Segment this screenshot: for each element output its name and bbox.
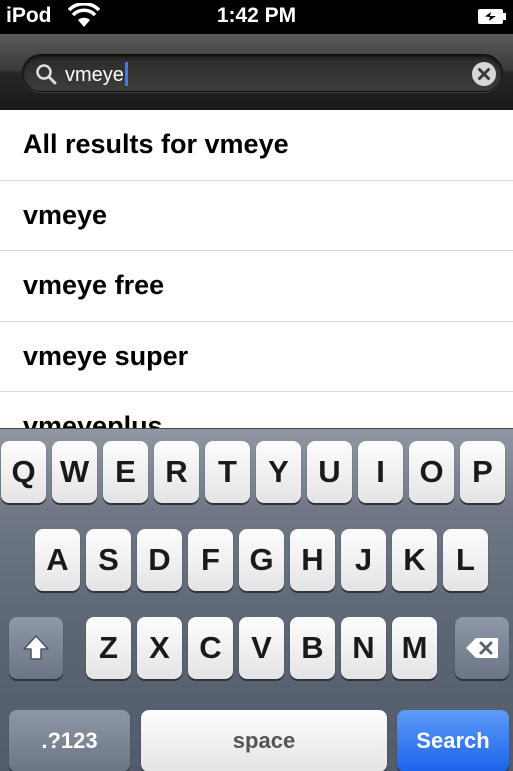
key-j[interactable]: J: [341, 529, 386, 591]
key-s[interactable]: S: [86, 529, 131, 591]
result-item[interactable]: vmeye: [0, 181, 513, 251]
key-i[interactable]: I: [358, 441, 403, 503]
key-u[interactable]: U: [307, 441, 352, 503]
key-p[interactable]: P: [460, 441, 505, 503]
key-r[interactable]: R: [154, 441, 199, 503]
result-item[interactable]: vmeye super: [0, 322, 513, 392]
key-l[interactable]: L: [443, 529, 488, 591]
backspace-icon: [466, 638, 498, 658]
key-k[interactable]: K: [392, 529, 437, 591]
numbers-key[interactable]: .?123: [9, 710, 130, 771]
key-z[interactable]: Z: [86, 617, 131, 679]
clear-icon[interactable]: [472, 62, 496, 86]
result-item[interactable]: vmeye free: [0, 251, 513, 322]
result-item[interactable]: vmeyeplus: [0, 392, 513, 428]
status-bar: iPod 1:42 PM: [0, 0, 513, 34]
result-all[interactable]: All results for vmeye: [0, 110, 513, 181]
key-e[interactable]: E: [103, 441, 148, 503]
text-cursor: [124, 62, 128, 86]
key-b[interactable]: B: [290, 617, 335, 679]
delete-key[interactable]: [455, 617, 509, 679]
key-m[interactable]: M: [392, 617, 437, 679]
magnifier-icon: [36, 64, 57, 85]
search-key[interactable]: Search: [397, 710, 509, 771]
key-h[interactable]: H: [290, 529, 335, 591]
space-key[interactable]: space: [141, 710, 387, 771]
search-query-text: vmeye: [65, 62, 128, 87]
status-time: 1:42 PM: [216, 4, 297, 27]
key-y[interactable]: Y: [256, 441, 301, 503]
search-bar: vmeye: [0, 34, 513, 110]
key-n[interactable]: N: [341, 617, 386, 679]
keyboard: Q W E R T Y U I O P A S D F G H J K L Z …: [0, 428, 513, 771]
key-x[interactable]: X: [137, 617, 182, 679]
key-q[interactable]: Q: [1, 441, 46, 503]
key-o[interactable]: O: [409, 441, 454, 503]
key-f[interactable]: F: [188, 529, 233, 591]
key-a[interactable]: A: [35, 529, 80, 591]
shift-icon: [23, 635, 49, 660]
key-c[interactable]: C: [188, 617, 233, 679]
key-v[interactable]: V: [239, 617, 284, 679]
key-w[interactable]: W: [52, 441, 97, 503]
search-input[interactable]: vmeye: [22, 54, 503, 92]
key-t[interactable]: T: [205, 441, 250, 503]
key-g[interactable]: G: [239, 529, 284, 591]
search-results-list: All results for vmeye vmeye vmeye free v…: [0, 110, 513, 428]
key-d[interactable]: D: [137, 529, 182, 591]
battery-charging-icon: [478, 9, 506, 24]
shift-key[interactable]: [9, 617, 63, 679]
